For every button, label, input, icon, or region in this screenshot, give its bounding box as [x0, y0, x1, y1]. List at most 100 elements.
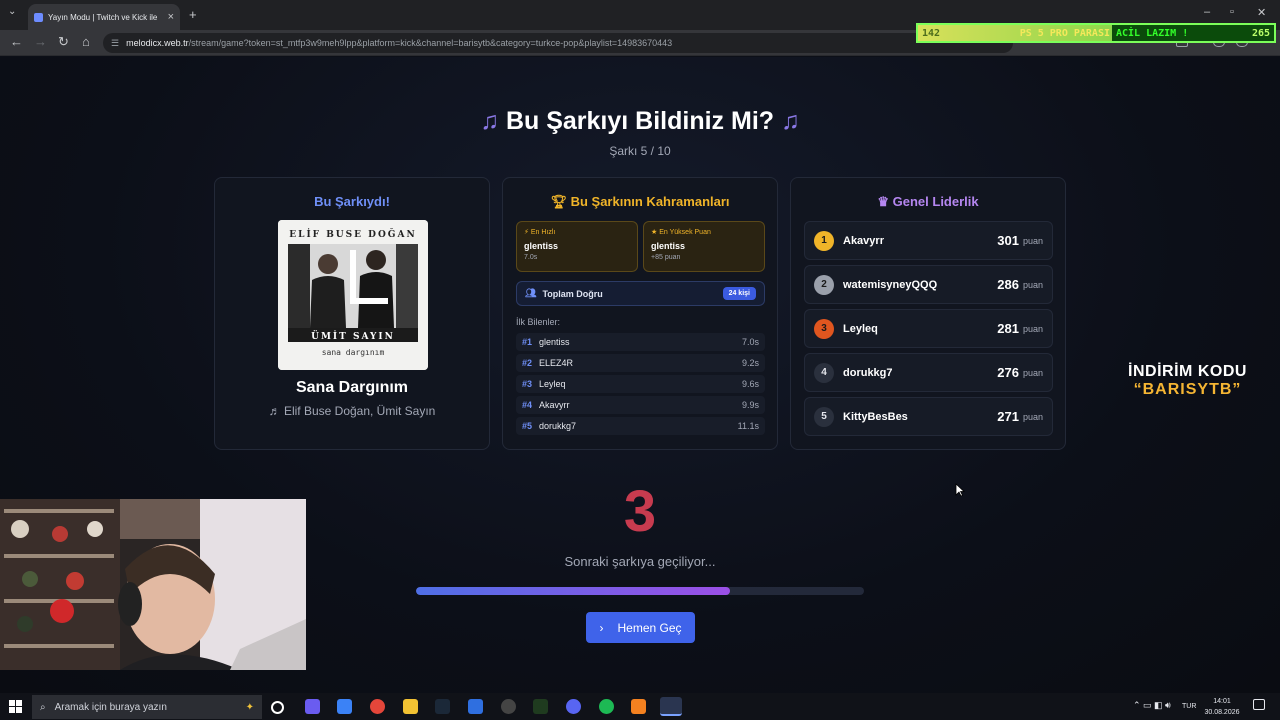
guesser-name: Akavyrr: [539, 400, 570, 410]
leaderboard-row: 2 watemisyneyQQQ 286 puan: [804, 265, 1053, 304]
cortana-icon[interactable]: [271, 701, 284, 714]
rank-medal: 3: [814, 318, 834, 339]
music-note-icon: ♫: [480, 107, 499, 135]
fastest-label: ⚡︎ En Hızlı: [524, 228, 630, 236]
chevron-right-icon: ›: [599, 620, 604, 635]
tab-close-icon[interactable]: ×: [168, 11, 174, 23]
system-tray-icons[interactable]: ⌃ ▭ ◧ 🔊︎: [1133, 700, 1171, 711]
points-unit: puan: [1022, 411, 1043, 422]
clock-time: 14:01: [1213, 698, 1231, 705]
points-unit: puan: [1022, 367, 1043, 378]
spotify-icon[interactable]: [599, 699, 614, 714]
guesser-rank: #3: [522, 379, 533, 389]
leaderboard-title-text: Genel Liderlik: [892, 194, 979, 209]
new-tab-plus-icon[interactable]: +: [189, 7, 197, 22]
highest-label: ★ En Yüksek Puan: [651, 228, 757, 236]
lightning-icon: ⚡︎: [524, 229, 531, 236]
window-close-icon[interactable]: ✕: [1257, 6, 1266, 19]
site-info-icon[interactable]: ☰: [111, 38, 119, 49]
music-note-icon: ♫: [781, 107, 800, 135]
heroes-card-title: 🏆︎ Bu Şarkının Kahramanları: [503, 194, 777, 210]
microsoft-store-icon[interactable]: [337, 699, 352, 714]
taskbar-app-icon[interactable]: [533, 699, 548, 714]
address-bar[interactable]: ☰ melodicx.web.tr /stream/game?token=st_…: [103, 33, 1013, 53]
fastest-label-text: En Hızlı: [530, 229, 556, 236]
users-icon: 👥︎: [525, 288, 537, 298]
tab-search-chevron-icon[interactable]: ⌄: [8, 6, 16, 17]
guesser-name: ELEZ4R: [539, 358, 574, 368]
discord-icon[interactable]: [566, 699, 581, 714]
taskbar-app-icon[interactable]: [501, 699, 516, 714]
player-name: Akavyrr: [843, 234, 884, 247]
first-guesser-row: #3 Leyleq 9.6s: [516, 375, 765, 393]
leaderboard-title: ♛ Genel Liderlik: [791, 194, 1065, 210]
ticker-message: ACİL LAZIM !: [1116, 27, 1189, 39]
guesser-time: 9.9s: [741, 400, 759, 410]
home-icon[interactable]: ⌂: [82, 34, 90, 49]
guesser-name: Leyleq: [539, 379, 566, 389]
browser-tab-active[interactable]: Yayın Modu | Twitch ve Kick ile ×: [28, 4, 180, 30]
guesser-name: glentiss: [539, 337, 570, 347]
first-guesser-row: #5 dorukkg7 11.1s: [516, 417, 765, 435]
clock-date: 30.08.2026: [1204, 709, 1240, 716]
maximize-icon[interactable]: ▫: [1230, 6, 1234, 18]
leaderboard-row: 5 KittyBesBes 271 puan: [804, 397, 1053, 436]
crown-icon: ♛: [877, 194, 893, 209]
chrome-active-icon[interactable]: [660, 697, 682, 716]
taskbar-search-box[interactable]: ⌕ Aramak için buraya yazın ✦: [32, 695, 262, 719]
page-title: ♫ Bu Şarkıyı Bildiniz Mi? ♫: [0, 107, 1280, 136]
skip-now-button[interactable]: › Hemen Geç: [586, 612, 695, 643]
webcam-overlay: [0, 499, 306, 670]
rank-medal: 2: [814, 274, 834, 295]
notification-icon[interactable]: [1253, 699, 1265, 710]
mouse-cursor-icon: [955, 483, 965, 497]
highest-name: glentiss: [651, 241, 686, 251]
transition-progress-fill: [416, 587, 730, 595]
guesser-time: 11.1s: [737, 421, 759, 431]
cover-caption: sana dargınım: [322, 348, 385, 357]
guesser-rank: #1: [522, 337, 533, 347]
file-explorer-icon[interactable]: [403, 699, 418, 714]
rank-medal: 5: [814, 406, 834, 427]
fastest-name: glentiss: [524, 241, 559, 251]
page-title-text: Bu Şarkıyı Bildiniz Mi?: [505, 107, 775, 135]
guesser-rank: #4: [522, 400, 533, 410]
guesser-rank: #2: [522, 358, 533, 368]
tab-title: Yayın Modu | Twitch ve Kick ile: [48, 12, 158, 22]
guesser-time: 9.2s: [741, 358, 759, 368]
song-card-title: Bu Şarkıydı!: [314, 194, 390, 209]
taskbar-search-placeholder: Aramak için buraya yazın: [54, 701, 167, 713]
steam-icon[interactable]: [435, 699, 450, 714]
rank-medal: 4: [814, 362, 834, 383]
cloud-app-icon[interactable]: [631, 699, 646, 714]
taskbar-app-icon[interactable]: [305, 699, 320, 714]
song-progress-label: Şarkı 5 / 10: [609, 144, 671, 158]
windows-start-icon[interactable]: [9, 700, 22, 713]
chrome-icon[interactable]: [370, 699, 385, 714]
highest-points: +85 puan: [651, 254, 681, 261]
player-points: 276: [997, 365, 1019, 380]
minimize-icon[interactable]: –: [1204, 6, 1210, 18]
heroes-card-title-text: Bu Şarkının Kahramanları: [570, 194, 730, 209]
highest-label-text: En Yüksek Puan: [659, 229, 711, 236]
url-domain: melodicx.web.tr: [126, 38, 189, 48]
player-name: watemisyneyQQQ: [843, 278, 938, 291]
donation-ticker-overlay: 142 PS 5 PRO PARASI ACİL LAZIM ! 265: [916, 23, 1276, 43]
guesser-time: 9.6s: [741, 379, 759, 389]
skip-now-label: Hemen Geç: [617, 620, 682, 635]
discount-code-label: İNDİRİM KODU: [1128, 363, 1247, 380]
first-guesser-row: #4 Akavyrr 9.9s: [516, 396, 765, 414]
discount-code-overlay: İNDİRİM KODU “BARISYTB”: [1100, 363, 1275, 399]
leaderboard-row: 3 Leyleq 281 puan: [804, 309, 1053, 348]
ticker-right-number: 265: [1251, 27, 1270, 39]
player-points: 271: [997, 409, 1019, 424]
back-icon[interactable]: ←: [10, 34, 23, 49]
taskbar-clock[interactable]: 14:01 30.08.2026: [1200, 696, 1244, 718]
reload-icon[interactable]: ↻: [58, 34, 69, 50]
total-correct-badge: 24 kişi: [722, 287, 756, 300]
guesser-rank: #5: [522, 421, 533, 431]
language-indicator[interactable]: TUR: [1182, 703, 1196, 710]
forward-icon[interactable]: →: [34, 34, 47, 49]
taskbar-app-icon[interactable]: [468, 699, 483, 714]
sparkle-icon: ✦: [245, 701, 254, 713]
